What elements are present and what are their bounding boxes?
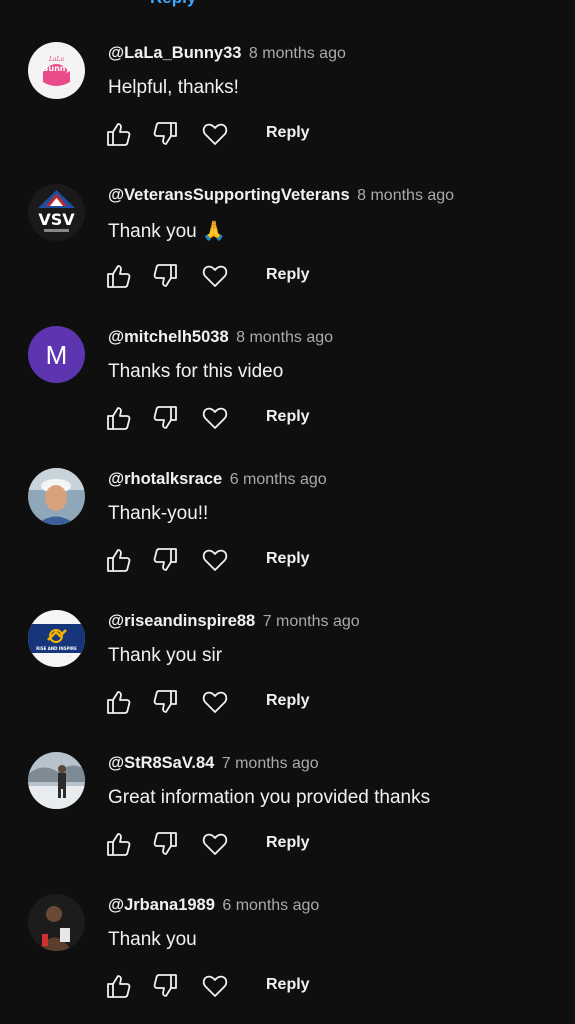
- comment-item: @Jrbana1989 6 months ago Thank you Reply: [0, 894, 575, 1024]
- comment-timestamp[interactable]: 8 months ago: [357, 187, 454, 204]
- comment-meta: @LaLa_Bunny33 8 months ago: [108, 44, 346, 63]
- comment-timestamp[interactable]: 6 months ago: [222, 897, 319, 914]
- heart-icon[interactable]: [200, 829, 230, 859]
- reply-button[interactable]: Reply: [266, 550, 310, 568]
- comment-text: Thank you sir: [108, 645, 223, 666]
- avatar[interactable]: [28, 468, 85, 525]
- comment-author[interactable]: @LaLa_Bunny33: [108, 44, 241, 62]
- comment-timestamp[interactable]: 7 months ago: [222, 755, 319, 772]
- heart-icon[interactable]: [200, 119, 230, 149]
- comment-meta: @mitchelh5038 8 months ago: [108, 328, 333, 347]
- svg-text:Bunny: Bunny: [42, 64, 71, 73]
- avatar[interactable]: [28, 894, 85, 951]
- reply-button[interactable]: Reply: [266, 124, 310, 142]
- thumbs-down-icon[interactable]: [150, 687, 180, 717]
- comment-meta: @StR8SaV.84 7 months ago: [108, 754, 319, 773]
- svg-text:M: M: [46, 340, 68, 370]
- comment-meta: @Jrbana1989 6 months ago: [108, 896, 319, 915]
- avatar[interactable]: VSV: [28, 184, 85, 241]
- comment-text: Great information you provided thanks: [108, 787, 431, 808]
- comment-timestamp[interactable]: 8 months ago: [236, 329, 333, 346]
- thumbs-down-icon[interactable]: [150, 119, 180, 149]
- heart-icon[interactable]: [200, 687, 230, 717]
- comment-author[interactable]: @rhotalksrace: [108, 470, 222, 488]
- heart-icon[interactable]: [200, 971, 230, 1001]
- svg-text:VSV: VSV: [38, 210, 75, 229]
- heart-icon[interactable]: [200, 403, 230, 433]
- reply-button[interactable]: Reply: [266, 976, 310, 994]
- thumbs-up-icon[interactable]: [104, 261, 134, 291]
- comment-actions: Reply: [104, 119, 364, 149]
- comment-item: RISE AND INSPIRE @riseandinspire88 7 mon…: [0, 610, 575, 752]
- comment-text: Helpful, thanks!: [108, 77, 239, 98]
- comment-timestamp[interactable]: 8 months ago: [249, 45, 346, 62]
- thumbs-up-icon[interactable]: [104, 545, 134, 575]
- comment-actions: Reply: [104, 261, 364, 291]
- svg-text:RISE AND INSPIRE: RISE AND INSPIRE: [36, 646, 77, 651]
- comment-item: VSV @VeteransSupportingVeterans 8 months…: [0, 184, 575, 326]
- comment-item: M @mitchelh5038 8 months ago Thanks for …: [0, 326, 575, 468]
- thumbs-up-icon[interactable]: [104, 403, 134, 433]
- thumbs-down-icon[interactable]: [150, 261, 180, 291]
- reply-button[interactable]: Reply: [266, 408, 310, 426]
- comment-timestamp[interactable]: 7 months ago: [263, 613, 360, 630]
- thumbs-down-icon[interactable]: [150, 403, 180, 433]
- comment-meta: @rhotalksrace 6 months ago: [108, 470, 327, 489]
- comment-author[interactable]: @StR8SaV.84: [108, 754, 214, 772]
- comment-text: Thank you: [108, 929, 197, 950]
- comment-meta: @riseandinspire88 7 months ago: [108, 612, 360, 631]
- avatar[interactable]: [28, 752, 85, 809]
- thumbs-up-icon[interactable]: [104, 687, 134, 717]
- comments-page: Reply LaLa Bunny @LaLa_Bunny33 8 months …: [0, 0, 575, 1024]
- comment-item: LaLa Bunny @LaLa_Bunny33 8 months ago He…: [0, 42, 575, 184]
- comment-author[interactable]: @mitchelh5038: [108, 328, 229, 346]
- comment-author[interactable]: @Jrbana1989: [108, 896, 215, 914]
- comment-actions: Reply: [104, 545, 364, 575]
- comment-item: @rhotalksrace 6 months ago Thank-you!! R…: [0, 468, 575, 610]
- avatar[interactable]: M: [28, 326, 85, 383]
- comment-author[interactable]: @VeteransSupportingVeterans: [108, 186, 350, 204]
- comment-actions: Reply: [104, 829, 364, 859]
- thumbs-down-icon[interactable]: [150, 545, 180, 575]
- thumbs-down-icon[interactable]: [150, 829, 180, 859]
- comment-actions: Reply: [104, 403, 364, 433]
- thumbs-up-icon[interactable]: [104, 829, 134, 859]
- comment-actions: Reply: [104, 687, 364, 717]
- reply-button[interactable]: Reply: [266, 834, 310, 852]
- comment-author[interactable]: @riseandinspire88: [108, 612, 255, 630]
- heart-icon[interactable]: [200, 261, 230, 291]
- comment-item: @StR8SaV.84 7 months ago Great informati…: [0, 752, 575, 894]
- comment-timestamp[interactable]: 6 months ago: [230, 471, 327, 488]
- svg-text:LaLa: LaLa: [48, 56, 65, 63]
- comment-text: Thank you 🙏: [108, 221, 226, 242]
- avatar[interactable]: LaLa Bunny: [28, 42, 85, 99]
- heart-icon[interactable]: [200, 545, 230, 575]
- thumbs-up-icon[interactable]: [104, 119, 134, 149]
- reply-button[interactable]: Reply: [266, 266, 310, 284]
- comment-actions: Reply: [104, 971, 364, 1001]
- avatar[interactable]: RISE AND INSPIRE: [28, 610, 85, 667]
- reply-button[interactable]: Reply: [266, 692, 310, 710]
- comment-text: Thanks for this video: [108, 361, 284, 382]
- partial-reply-link[interactable]: Reply: [150, 0, 196, 8]
- thumbs-up-icon[interactable]: [104, 971, 134, 1001]
- comment-text: Thank-you!!: [108, 503, 209, 524]
- comment-meta: @VeteransSupportingVeterans 8 months ago: [108, 186, 454, 205]
- thumbs-down-icon[interactable]: [150, 971, 180, 1001]
